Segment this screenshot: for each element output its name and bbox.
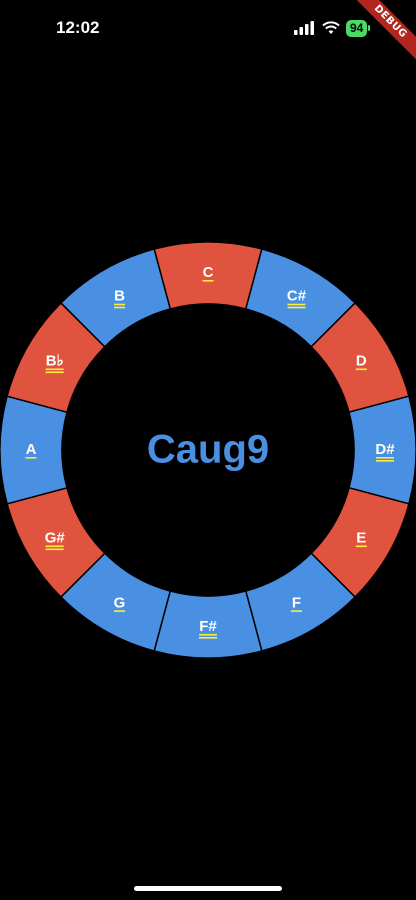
- note-underline: [202, 280, 214, 282]
- note-underline: [114, 306, 125, 309]
- note-segment-d-sharp[interactable]: D#: [348, 395, 416, 505]
- note-label: G: [114, 594, 126, 611]
- note-underline: [114, 303, 125, 306]
- status-time: 12:02: [56, 18, 100, 37]
- note-label: B♭: [46, 353, 64, 370]
- note-underline: [45, 368, 64, 371]
- note-underline: [25, 457, 37, 459]
- note-underline: [291, 610, 302, 612]
- note-label: E: [356, 530, 366, 547]
- note-underline: [287, 306, 306, 309]
- note-underline: [45, 545, 64, 548]
- note-underline: [45, 371, 64, 374]
- note-underline: [355, 368, 367, 371]
- status-icons: 94: [294, 18, 371, 38]
- note-underline: [376, 460, 394, 462]
- note-segment-f-sharp[interactable]: F#: [153, 590, 263, 659]
- note-underline: [114, 610, 125, 612]
- battery-indicator: 94: [346, 19, 368, 37]
- note-segment-a[interactable]: A: [0, 395, 68, 505]
- note-underline: [199, 637, 217, 639]
- wifi-icon: [322, 21, 340, 34]
- note-label: F#: [199, 618, 217, 635]
- status-bar: 12:02 94 DEBUG: [0, 0, 416, 71]
- note-label: B: [114, 288, 125, 305]
- note-segment-c[interactable]: C: [153, 241, 263, 310]
- note-underline: [376, 457, 394, 459]
- note-underline: [355, 545, 367, 548]
- note-label: D: [356, 353, 367, 370]
- chord-name: Caug9: [147, 428, 269, 472]
- chord-wheel: C C# D D# E F F# G G# A B♭ B Caug9: [0, 241, 416, 659]
- note-label: G#: [45, 530, 66, 547]
- note-underline: [199, 634, 217, 636]
- cellular-signal-icon: [294, 21, 314, 35]
- home-indicator[interactable]: [134, 886, 282, 891]
- note-label: D#: [375, 441, 395, 458]
- note-label: C#: [287, 288, 307, 305]
- note-label: F: [292, 594, 301, 611]
- note-label: C: [203, 264, 214, 281]
- note-label: A: [26, 441, 37, 458]
- battery-cap: [368, 25, 371, 31]
- note-underline: [45, 548, 64, 551]
- note-underline: [287, 303, 306, 306]
